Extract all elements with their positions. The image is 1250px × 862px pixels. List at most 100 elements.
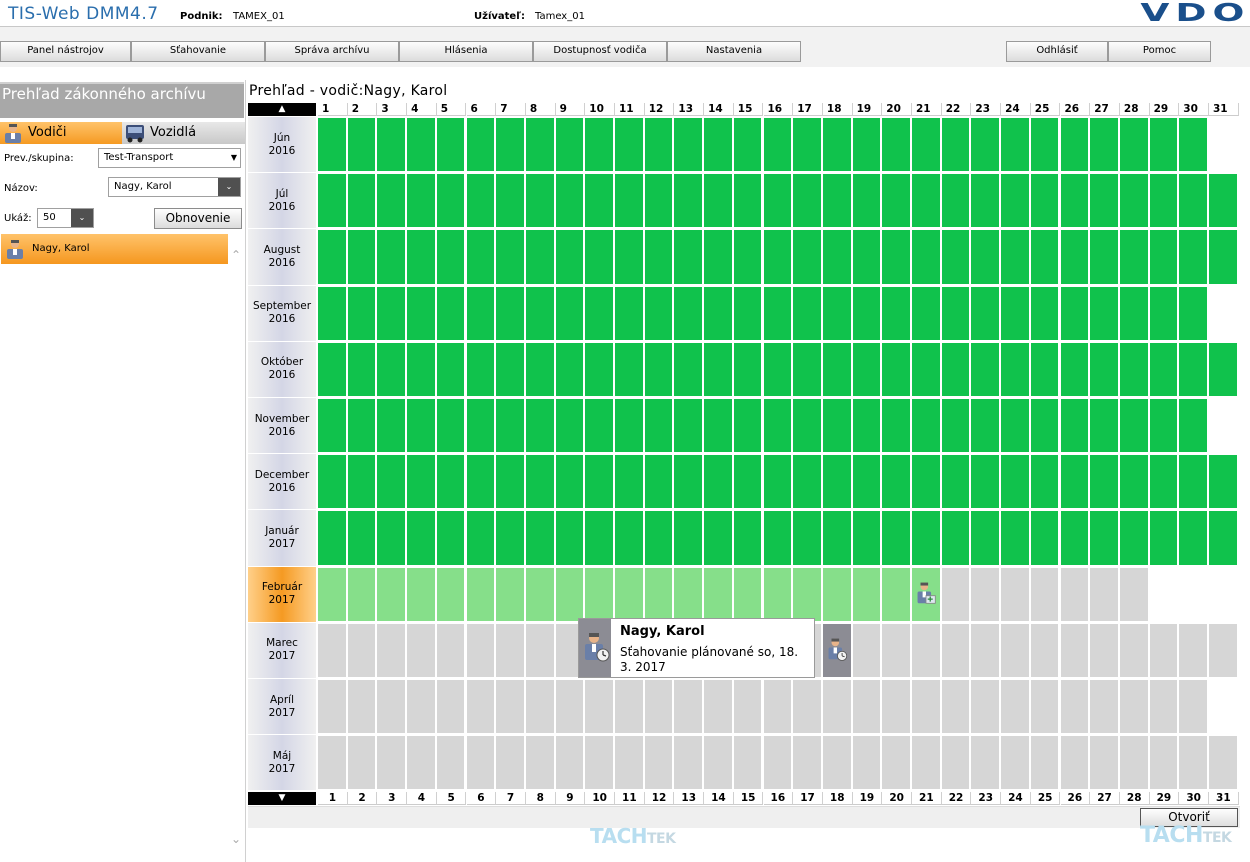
day-cell[interactable] xyxy=(1060,174,1089,228)
day-cell[interactable] xyxy=(1060,511,1089,565)
day-cell[interactable] xyxy=(644,399,673,453)
day-cell[interactable] xyxy=(407,623,435,677)
day-cell[interactable] xyxy=(763,174,792,228)
day-cell[interactable] xyxy=(733,680,762,734)
day-cell[interactable] xyxy=(1209,118,1237,172)
refresh-button[interactable]: Obnovenie xyxy=(154,208,242,229)
day-cell[interactable] xyxy=(793,511,821,565)
day-cell[interactable] xyxy=(585,174,613,228)
day-cell[interactable] xyxy=(377,342,406,396)
day-cell[interactable] xyxy=(822,736,851,790)
day-cell[interactable] xyxy=(644,455,673,509)
day-cell[interactable] xyxy=(674,567,703,621)
month-label[interactable]: September 2016 xyxy=(248,285,316,342)
day-cell[interactable] xyxy=(496,736,524,790)
day-cell[interactable] xyxy=(793,174,821,228)
day-cell[interactable] xyxy=(466,736,495,790)
month-label[interactable]: Február 2017 xyxy=(248,566,316,623)
day-cell[interactable] xyxy=(852,455,881,509)
day-cell[interactable] xyxy=(525,174,554,228)
day-cell[interactable] xyxy=(1001,230,1029,284)
day-cell[interactable] xyxy=(615,511,643,565)
day-cell[interactable] xyxy=(704,455,732,509)
day-cell[interactable] xyxy=(971,511,1000,565)
day-cell[interactable] xyxy=(971,736,1000,790)
day-cell[interactable] xyxy=(1149,623,1178,677)
day-cell[interactable] xyxy=(1060,118,1089,172)
day-cell[interactable] xyxy=(585,680,613,734)
day-cell[interactable] xyxy=(1149,174,1178,228)
day-cell[interactable] xyxy=(555,174,584,228)
menu-archive[interactable]: Správa archívu xyxy=(265,41,399,62)
day-cell[interactable] xyxy=(941,286,970,340)
day-cell[interactable] xyxy=(1090,230,1118,284)
day-cell[interactable] xyxy=(971,623,1000,677)
day-cell[interactable] xyxy=(555,399,584,453)
day-cell[interactable] xyxy=(704,286,732,340)
day-cell[interactable] xyxy=(1030,680,1059,734)
name-select[interactable]: Nagy, Karol ⌄ xyxy=(108,177,241,197)
day-cell[interactable] xyxy=(1179,174,1207,228)
day-cell[interactable] xyxy=(882,567,910,621)
day-cell[interactable] xyxy=(1030,286,1059,340)
day-cell[interactable] xyxy=(1090,511,1118,565)
day-cell[interactable] xyxy=(1030,623,1059,677)
day-cell[interactable] xyxy=(377,511,406,565)
day-cell[interactable] xyxy=(496,118,524,172)
day-cell[interactable] xyxy=(674,118,703,172)
day-cell[interactable] xyxy=(941,680,970,734)
day-cell[interactable] xyxy=(1149,736,1178,790)
day-cell[interactable] xyxy=(941,118,970,172)
day-cell[interactable] xyxy=(912,230,940,284)
day-cell[interactable] xyxy=(1001,174,1029,228)
day-cell[interactable] xyxy=(1149,680,1178,734)
day-cell[interactable] xyxy=(1030,230,1059,284)
day-cell[interactable] xyxy=(615,567,643,621)
day-cell[interactable] xyxy=(496,230,524,284)
day-cell[interactable] xyxy=(555,286,584,340)
day-cell[interactable] xyxy=(1060,680,1089,734)
day-cell[interactable] xyxy=(704,736,732,790)
day-cell[interactable] xyxy=(318,455,346,509)
day-cell[interactable] xyxy=(674,736,703,790)
month-label[interactable]: Marec 2017 xyxy=(248,622,316,679)
day-cell[interactable] xyxy=(912,118,940,172)
day-cell[interactable] xyxy=(525,342,554,396)
day-cell[interactable] xyxy=(733,399,762,453)
day-cell[interactable] xyxy=(1179,342,1207,396)
day-cell[interactable] xyxy=(1030,342,1059,396)
day-cell[interactable] xyxy=(1149,286,1178,340)
day-cell[interactable] xyxy=(377,736,406,790)
day-cell[interactable] xyxy=(1001,511,1029,565)
day-cell[interactable] xyxy=(347,511,376,565)
day-cell[interactable] xyxy=(436,511,465,565)
day-cell[interactable] xyxy=(1090,399,1118,453)
day-cell[interactable] xyxy=(1030,174,1059,228)
day-cell[interactable] xyxy=(1119,511,1148,565)
day-cell[interactable] xyxy=(644,174,673,228)
day-cell[interactable] xyxy=(466,567,495,621)
day-cell[interactable] xyxy=(318,623,346,677)
day-cell[interactable] xyxy=(525,623,554,677)
day-cell[interactable] xyxy=(436,399,465,453)
day-cell[interactable] xyxy=(496,567,524,621)
day-cell[interactable] xyxy=(466,118,495,172)
day-cell[interactable] xyxy=(1090,342,1118,396)
group-select[interactable]: Test-Transport ▼ xyxy=(98,148,241,168)
day-cell[interactable] xyxy=(1119,174,1148,228)
day-cell[interactable] xyxy=(1090,567,1118,621)
day-cell[interactable] xyxy=(912,455,940,509)
day-cell[interactable] xyxy=(1209,342,1237,396)
day-cell[interactable] xyxy=(1060,736,1089,790)
day-cell[interactable] xyxy=(793,230,821,284)
day-cell[interactable] xyxy=(1119,736,1148,790)
day-cell[interactable] xyxy=(347,286,376,340)
day-cell[interactable] xyxy=(763,680,792,734)
month-label[interactable]: Október 2016 xyxy=(248,341,316,398)
day-cell[interactable] xyxy=(941,567,970,621)
day-cell[interactable] xyxy=(496,174,524,228)
day-cell[interactable] xyxy=(466,286,495,340)
day-cell[interactable] xyxy=(436,118,465,172)
day-cell[interactable] xyxy=(704,118,732,172)
month-label[interactable]: December 2016 xyxy=(248,454,316,511)
